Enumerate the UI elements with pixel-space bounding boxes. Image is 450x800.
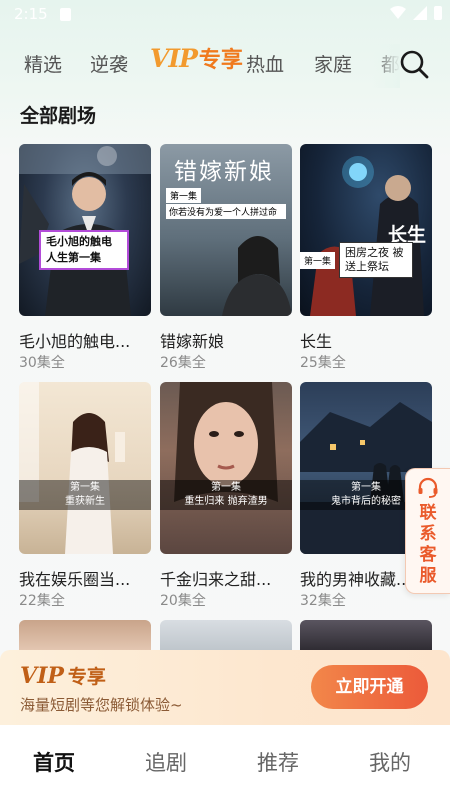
vip-promo-banner: VIP 专享 海量短剧等您解锁体验~ 立即开通 <box>0 650 450 725</box>
tab-rexue[interactable]: 热血 <box>246 50 284 77</box>
drama-card[interactable]: 毛小旭的触电人生第一集 毛小旭的触电... 30集全 <box>19 144 151 371</box>
drama-poster[interactable]: 毛小旭的触电人生第一集 <box>19 144 151 316</box>
badge-episode: 第一集 <box>300 251 336 269</box>
card-title: 长生 <box>300 332 333 351</box>
tab-vip[interactable]: VIP 专享 <box>150 42 243 74</box>
headset-icon <box>418 477 438 498</box>
episode-count: 25集全 <box>300 355 346 371</box>
poster-tagline: 你若没有为爱一个人拼过命 <box>166 204 286 219</box>
vip-tab-label: 专享 <box>198 48 243 73</box>
episode-count: 26集全 <box>160 355 206 371</box>
contact-label: 联系客服 <box>419 503 437 586</box>
card-title: 错嫁新娘 <box>160 332 225 351</box>
nav-home[interactable]: 首页 <box>33 747 75 777</box>
badge-tagline: 困房之夜 被送上祭坛 <box>339 242 414 278</box>
episode-badge: 第一集 重获新生 <box>19 480 151 510</box>
vip-logo: VIP <box>150 43 198 73</box>
poster-title: 错嫁新娘 <box>174 159 274 185</box>
battery-icon <box>434 6 442 20</box>
badge-tagline: 重获新生 <box>65 496 105 507</box>
episode-badge: 毛小旭的触电人生第一集 <box>39 230 129 270</box>
vip-logo: VIP <box>20 662 64 689</box>
drama-poster[interactable] <box>19 620 151 650</box>
poster-art <box>174 382 278 502</box>
tab-nixi[interactable]: 逆袭 <box>90 50 128 77</box>
nav-profile[interactable]: 我的 <box>369 747 411 777</box>
drama-card[interactable]: 错嫁新娘 第一集 你若没有为爱一个人拼过命 错嫁新娘 26集全 <box>160 144 292 371</box>
tab-fade <box>372 44 400 88</box>
status-time: 2:15 <box>14 5 48 23</box>
vip-banner-logo: VIP 专享 <box>20 662 106 689</box>
episode-count: 32集全 <box>300 593 346 609</box>
nav-following[interactable]: 追剧 <box>145 747 187 777</box>
status-bar: 2:15 <box>0 0 450 30</box>
episode-badge: 第一集 困房之夜 被送上祭坛 <box>300 242 414 278</box>
signal-icon <box>413 6 427 20</box>
badge-episode: 第一集 <box>70 482 100 493</box>
drama-card[interactable]: 第一集 重获新生 我在娱乐圈当... 22集全 <box>19 382 151 609</box>
episode-badge: 第一集 重生归来 抛弃渣男 <box>160 480 292 510</box>
tab-jingxuan[interactable]: 精选 <box>24 50 62 77</box>
badge-tagline: 重生归来 抛弃渣男 <box>184 496 268 507</box>
card-title: 我在娱乐圈当... <box>19 570 131 589</box>
badge-episode: 第一集 <box>211 482 241 493</box>
search-icon[interactable] <box>398 48 430 80</box>
drama-poster[interactable]: 错嫁新娘 第一集 你若没有为爱一个人拼过命 <box>160 144 292 316</box>
episode-count: 22集全 <box>19 593 65 609</box>
drama-poster[interactable]: 长生 第一集 困房之夜 被送上祭坛 <box>300 144 432 316</box>
poster-episode: 第一集 <box>166 188 202 203</box>
poster-art <box>19 382 125 554</box>
tab-jiating[interactable]: 家庭 <box>314 50 352 77</box>
card-title: 千金归来之甜... <box>160 570 272 589</box>
status-icons <box>390 6 442 20</box>
vip-banner-subtitle: 海量短剧等您解锁体验~ <box>20 696 183 714</box>
drama-poster[interactable] <box>300 620 432 650</box>
card-title: 毛小旭的触电... <box>19 332 131 351</box>
drama-card[interactable]: 第一集 重生归来 抛弃渣男 千金归来之甜... 20集全 <box>160 382 292 609</box>
notification-icon <box>60 8 71 21</box>
section-title: 全部剧场 <box>20 105 97 127</box>
episode-count: 20集全 <box>160 593 206 609</box>
drama-card[interactable]: 长生 第一集 困房之夜 被送上祭坛 长生 25集全 <box>300 144 432 371</box>
wifi-icon <box>390 6 406 19</box>
bottom-nav: 首页 追剧 推荐 我的 <box>0 725 450 800</box>
drama-poster[interactable] <box>160 620 292 650</box>
vip-banner-title: 专享 <box>67 666 106 688</box>
nav-recommend[interactable]: 推荐 <box>257 747 299 777</box>
drama-poster[interactable]: 第一集 重获新生 <box>19 382 151 554</box>
contact-service-button[interactable]: 联系客服 <box>405 468 450 594</box>
episode-count: 30集全 <box>19 355 65 371</box>
activate-vip-button[interactable]: 立即开通 <box>311 665 428 709</box>
drama-poster[interactable]: 第一集 重生归来 抛弃渣男 <box>160 382 292 554</box>
